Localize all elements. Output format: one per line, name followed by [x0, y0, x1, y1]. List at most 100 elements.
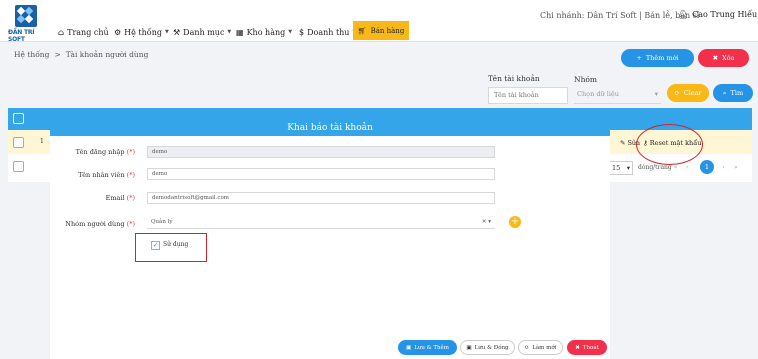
nav-catalog[interactable]: ⚒ Danh mục ▼ [173, 26, 231, 38]
exit-label: Thoát [582, 344, 599, 351]
dollar-icon: $ [299, 27, 305, 37]
user-icon: 👤︎ [678, 10, 689, 19]
row-number: 1 [40, 138, 44, 145]
logo-text: ĐẦN TRÍ SOFT [8, 29, 35, 43]
clear-label: Clear [683, 89, 702, 97]
reload-button[interactable]: ⟳ Làm mới [518, 340, 563, 355]
sell-label: Bán hàng [370, 26, 405, 35]
fullname-label-text: Tên nhân viên [78, 171, 125, 179]
user-group-select[interactable]: Quản lý ✕ ▾ [147, 217, 495, 229]
caret-down-icon: ▾ [654, 90, 658, 98]
nav-label: Trang chủ [67, 27, 109, 37]
nav-label: Danh mục [183, 27, 225, 37]
use-label: Sử dụng [163, 241, 189, 248]
last-page-button[interactable]: » [734, 164, 738, 171]
delete-label: Xóa [722, 54, 735, 62]
branch-info: Chi nhánh: Dân Trí Soft | Bán lẻ, bán sỉ [540, 11, 700, 20]
save-close-button[interactable]: ▣ Lưu & Đóng [460, 340, 515, 355]
user-name: Cao Trung Hiếu [692, 10, 758, 19]
nav-label: Doanh thu [307, 27, 350, 37]
save-icon: ▣ [405, 344, 412, 351]
account-filter-input[interactable]: Tên tài khoản [488, 87, 568, 104]
highlight-ellipse [636, 124, 703, 165]
username-field[interactable]: demo [147, 146, 495, 158]
clear-button[interactable]: ⟳ Clear [667, 84, 709, 102]
sell-button[interactable]: 🛒︎ Bán hàng [353, 21, 409, 40]
plus-icon: + [636, 54, 642, 62]
breadcrumb: Hệ thống > Tài khoản người dùng [14, 50, 148, 59]
warehouse-icon: ▦ [236, 27, 244, 37]
user-group-label-text: Nhóm người dùng [65, 220, 125, 228]
select-all-checkbox[interactable] [13, 113, 24, 124]
save-add-button[interactable]: ▣ Lưu & Thêm [398, 340, 457, 355]
nav-warehouse[interactable]: ▦ Kho hàng ▼ [236, 26, 292, 38]
delete-button[interactable]: ✖ Xóa [698, 49, 749, 67]
add-group-button[interactable]: + [509, 216, 521, 228]
search-icon: ⌕ [722, 88, 727, 97]
save-icon: ▣ [466, 344, 472, 351]
caret-down-icon: ▼ [288, 29, 293, 35]
account-modal: Khai báo tài khoản Tên đăng nhập (*) dem… [50, 120, 610, 359]
group-filter-select[interactable]: Chọn dữ liệu ▾ [574, 87, 661, 104]
logo-icon [15, 5, 37, 27]
group-filter-label: Nhóm [574, 75, 598, 84]
page-size-value: 15 [612, 164, 621, 172]
use-highlight-box: ✓ Sử dụng [135, 233, 207, 262]
save-close-label: Lưu & Đóng [474, 344, 509, 351]
required-mark: (*) [126, 171, 135, 179]
fullname-label: Tên nhân viên (*) [50, 171, 135, 179]
row-checkbox[interactable] [13, 161, 24, 172]
nav-revenue[interactable]: $ Doanh thu ▼ [299, 26, 356, 38]
caret-down-icon: ▼ [227, 29, 232, 35]
close-icon: ✖ [575, 344, 580, 351]
search-button[interactable]: ⌕ Tìm [713, 84, 753, 102]
caret-down-icon: ▾ [626, 164, 630, 172]
breadcrumb-current: Tài khoản người dùng [65, 50, 149, 59]
first-page-button[interactable]: « [674, 164, 678, 171]
wrench-icon: ⚒ [173, 27, 181, 37]
required-mark: (*) [126, 148, 135, 156]
cart-icon: 🛒︎ [357, 26, 367, 35]
group-filter-value: Chọn dữ liệu [577, 90, 619, 98]
exit-button[interactable]: ✖ Thoát [567, 340, 607, 355]
search-label: Tìm [730, 89, 744, 97]
page-size-select[interactable]: 15 ▾ [609, 161, 633, 175]
brand-logo[interactable]: ĐẦN TRÍ SOFT [8, 4, 44, 43]
fullname-field[interactable]: demo [147, 168, 495, 180]
required-mark: (*) [126, 194, 135, 202]
top-navbar: ĐẦN TRÍ SOFT ⌂ Trang chủ ⚙ Hệ thống ▼ ⚒ … [0, 0, 758, 43]
breadcrumb-root[interactable]: Hệ thống [14, 50, 49, 59]
user-group-value: Quản lý [151, 219, 173, 225]
save-add-label: Lưu & Thêm [414, 344, 449, 351]
account-filter-label: Tên tài khoản [488, 74, 540, 83]
gear-icon: ⚙ [114, 27, 122, 37]
nav-home[interactable]: ⌂ Trang chủ [58, 26, 109, 38]
email-label-text: Email [105, 194, 125, 202]
add-label: Thêm mới [645, 54, 679, 62]
nav-system[interactable]: ⚙ Hệ thống ▼ [114, 26, 169, 38]
refresh-icon: ⟳ [674, 89, 680, 97]
username-label-text: Tên đăng nhập [75, 148, 125, 156]
home-icon: ⌂ [58, 27, 65, 37]
reload-label: Làm mới [532, 344, 557, 351]
nav-label: Kho hàng [246, 27, 286, 37]
close-icon: ✖ [712, 54, 719, 62]
use-checkbox[interactable]: ✓ [151, 241, 160, 250]
caret-down-icon: ✕ ▾ [481, 219, 491, 225]
pencil-icon: ✎ [620, 139, 626, 147]
email-label: Email (*) [50, 194, 135, 202]
modal-title: Khai báo tài khoản [50, 120, 610, 136]
caret-down-icon: ▼ [164, 29, 169, 35]
prev-page-button[interactable]: ‹ [686, 164, 688, 171]
row-checkbox[interactable] [13, 137, 24, 148]
next-page-button[interactable]: › [722, 164, 724, 171]
refresh-icon: ⟳ [524, 344, 530, 351]
current-page-button[interactable]: 1 [700, 160, 714, 174]
required-mark: (*) [126, 220, 135, 228]
add-button[interactable]: + Thêm mới [621, 49, 694, 67]
breadcrumb-separator: > [54, 50, 61, 59]
email-field[interactable]: demodantrisoft@gmail.com [147, 192, 495, 204]
username-label: Tên đăng nhập (*) [50, 148, 135, 156]
user-menu[interactable]: 👤︎ Cao Trung Hiếu ▼ [678, 10, 758, 19]
page-size-suffix: dòng/trang [638, 164, 672, 171]
